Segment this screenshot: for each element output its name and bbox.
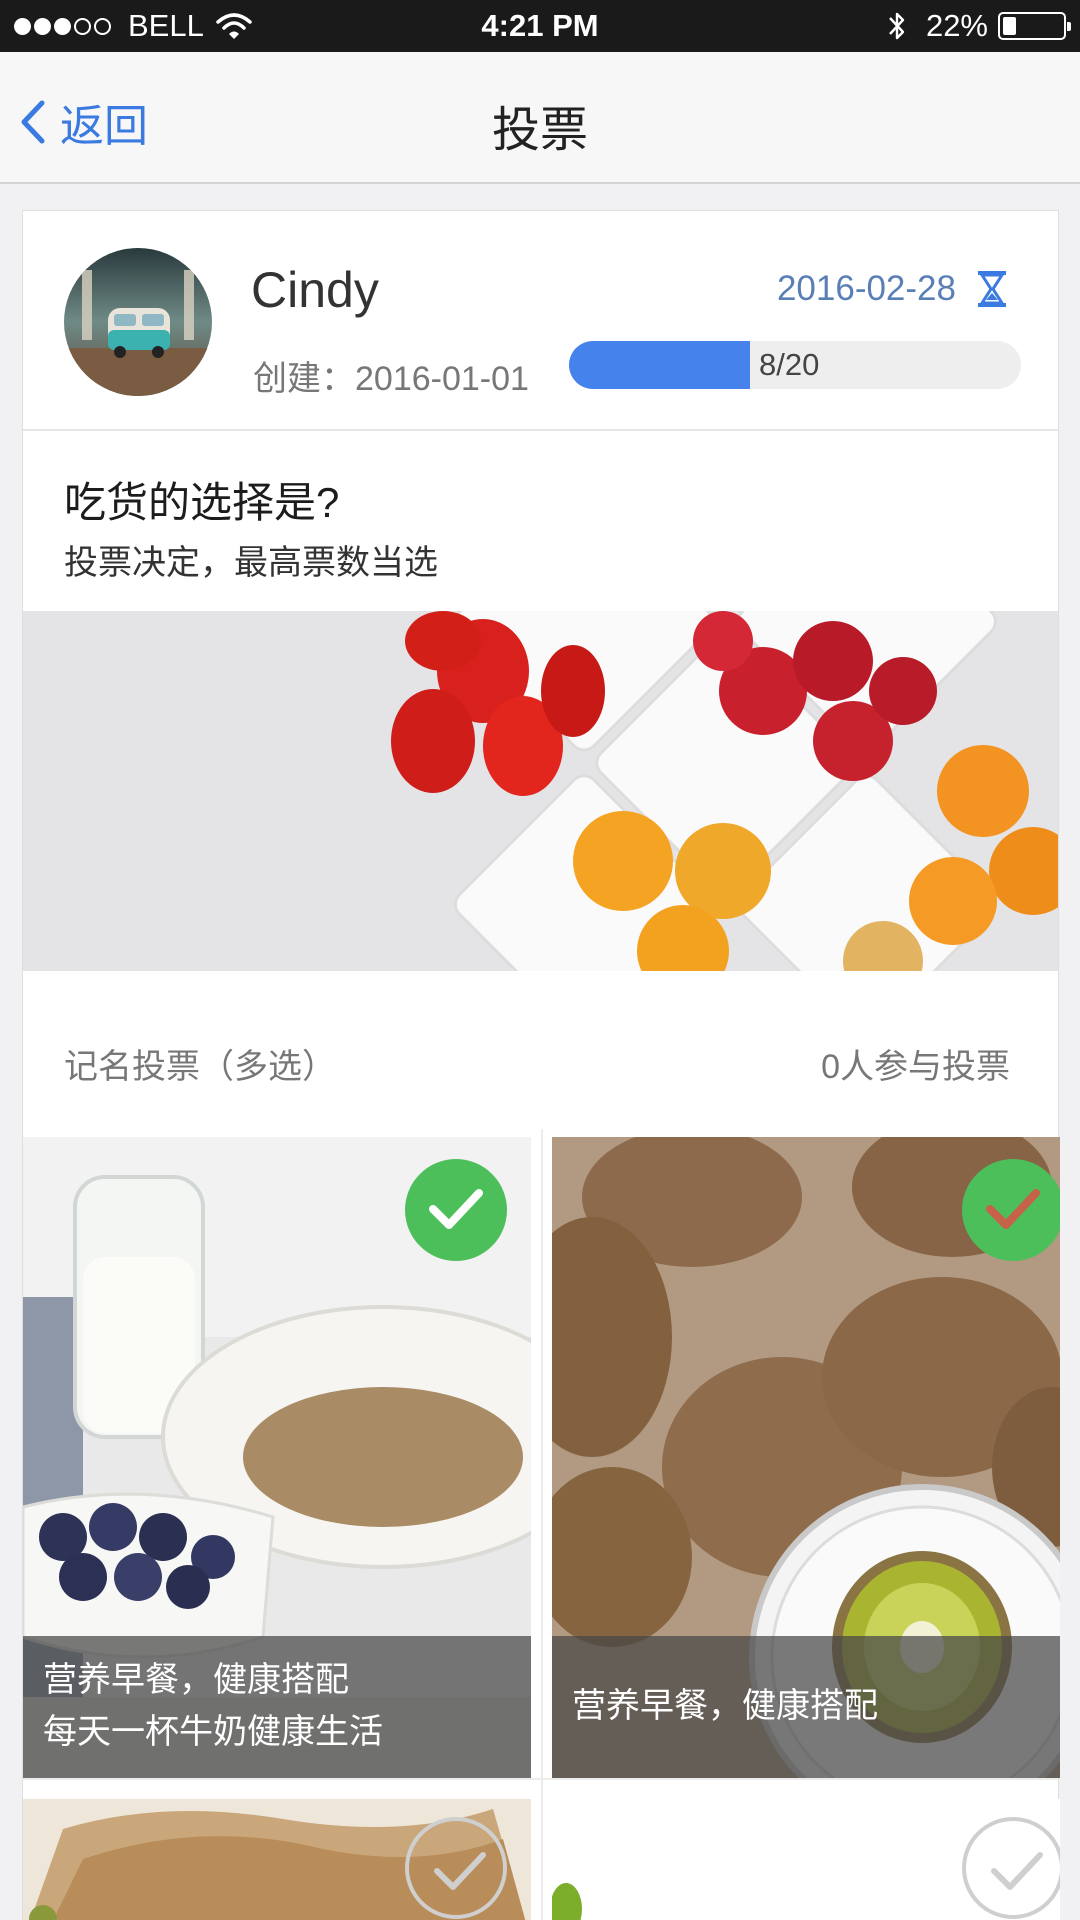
vote-checkbox[interactable] bbox=[405, 1159, 507, 1261]
poll-header: Cindy 创建：2016-01-01 2016-02-28 8/20 bbox=[23, 211, 1058, 431]
grid-divider bbox=[541, 1129, 543, 1920]
checkmark-icon bbox=[986, 1189, 1040, 1229]
avatar-image bbox=[64, 248, 212, 396]
vote-option-3[interactable] bbox=[23, 1799, 531, 1920]
progress-fill bbox=[569, 341, 750, 389]
option-caption-line: 营养早餐，健康搭配 bbox=[43, 1661, 349, 1699]
vote-option-1[interactable]: 营养早餐，健康搭配 每天一杯牛奶健康生活 bbox=[23, 1137, 531, 1778]
battery-icon bbox=[998, 12, 1071, 40]
author-name: Cindy bbox=[251, 262, 379, 318]
vote-checkbox[interactable] bbox=[962, 1817, 1060, 1919]
created-date: 创建：2016-01-01 bbox=[253, 360, 529, 398]
deadline-date: 2016-02-28 bbox=[776, 269, 956, 308]
option-caption-line: 每天一杯牛奶健康生活 bbox=[43, 1713, 383, 1751]
option-caption: 营养早餐，健康搭配 bbox=[552, 1636, 1060, 1778]
battery-level bbox=[1003, 17, 1016, 35]
participant-count: 0人参与投票 bbox=[821, 1048, 1010, 1086]
poll-question: 吃货的选择是? bbox=[64, 479, 340, 526]
hourglass-icon bbox=[978, 271, 1006, 307]
deadline: 2016-02-28 bbox=[777, 269, 1008, 309]
bluetooth-icon bbox=[889, 12, 905, 40]
checkmark-icon bbox=[434, 1852, 486, 1890]
status-bar: BELL 4:21 PM 22% bbox=[0, 0, 1080, 52]
navigation-bar: 返回 投票 bbox=[0, 52, 1080, 184]
option-caption-line: 营养早餐，健康搭配 bbox=[572, 1687, 878, 1725]
grid-divider bbox=[23, 1778, 1058, 1780]
vote-option-2[interactable]: 营养早餐，健康搭配 bbox=[552, 1137, 1060, 1778]
avatar[interactable] bbox=[64, 248, 212, 396]
vote-checkbox[interactable] bbox=[962, 1159, 1060, 1261]
progress-text: 8/20 bbox=[759, 347, 820, 382]
vote-checkbox[interactable] bbox=[405, 1817, 507, 1919]
option-caption: 营养早餐，健康搭配 每天一杯牛奶健康生活 bbox=[23, 1636, 531, 1778]
vote-option-4[interactable] bbox=[552, 1799, 1060, 1920]
battery-percent: 22% bbox=[925, 8, 988, 43]
fruit-tray-image bbox=[23, 611, 1058, 971]
poll-description: 投票决定，最高票数当选 bbox=[64, 544, 438, 582]
poll-card: Cindy 创建：2016-01-01 2016-02-28 8/20 吃货的选… bbox=[22, 210, 1060, 1920]
page-title: 投票 bbox=[491, 104, 588, 157]
vote-progress-bar: 8/20 bbox=[569, 341, 1021, 389]
vote-mode-label: 记名投票（多选） bbox=[64, 1048, 336, 1086]
poll-cover-image bbox=[23, 611, 1058, 971]
checkmark-icon bbox=[429, 1189, 483, 1229]
checkmark-icon bbox=[991, 1852, 1043, 1890]
